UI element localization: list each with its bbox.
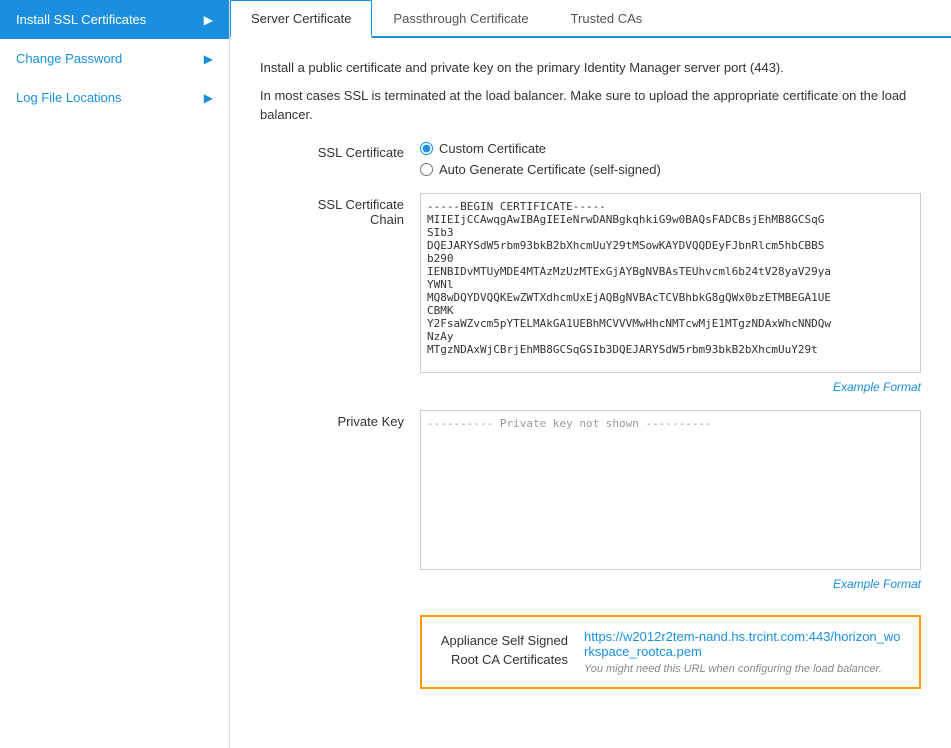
appliance-row: Appliance Self Signed Root CA Certificat… xyxy=(260,607,921,689)
ssl-chain-textarea[interactable] xyxy=(420,193,921,373)
intro-section: Install a public certificate and private… xyxy=(260,58,921,125)
sidebar-item-label: Change Password xyxy=(16,51,122,66)
radio-custom-input[interactable] xyxy=(420,142,433,155)
sidebar-item-label: Log File Locations xyxy=(16,90,122,105)
private-key-label: Private Key xyxy=(260,410,420,429)
example-format-link-2[interactable]: Example Format xyxy=(420,577,921,591)
radio-auto-input[interactable] xyxy=(420,163,433,176)
tab-trusted-cas[interactable]: Trusted CAs xyxy=(550,0,664,38)
private-key-content: Example Format xyxy=(420,410,921,591)
private-key-row: Private Key Example Format xyxy=(260,410,921,591)
sidebar-item-log-file[interactable]: Log File Locations ▶ xyxy=(0,78,229,117)
appliance-spacer xyxy=(260,607,420,611)
appliance-box: Appliance Self Signed Root CA Certificat… xyxy=(420,615,921,689)
radio-auto-text: Auto Generate Certificate (self-signed) xyxy=(439,162,661,177)
ssl-certificate-options: Custom Certificate Auto Generate Certifi… xyxy=(420,141,921,177)
appliance-label: Appliance Self Signed Root CA Certificat… xyxy=(438,629,568,670)
ssl-chain-row: SSL CertificateChain Example Format xyxy=(260,193,921,394)
tab-passthrough-certificate[interactable]: Passthrough Certificate xyxy=(372,0,549,38)
main-panel: Server Certificate Passthrough Certifica… xyxy=(230,0,951,748)
intro-paragraph-2: In most cases SSL is terminated at the l… xyxy=(260,86,921,125)
ssl-certificate-row: SSL Certificate Custom Certificate Auto … xyxy=(260,141,921,177)
radio-custom-label[interactable]: Custom Certificate xyxy=(420,141,921,156)
example-format-link-1[interactable]: Example Format xyxy=(420,380,921,394)
appliance-content: Appliance Self Signed Root CA Certificat… xyxy=(420,607,921,689)
sidebar-item-install-ssl[interactable]: Install SSL Certificates ▶ xyxy=(0,0,229,39)
sidebar-item-label: Install SSL Certificates xyxy=(16,12,146,27)
chevron-right-icon: ▶ xyxy=(204,52,213,66)
appliance-info: https://w2012r2tem-nand.hs.trcint.com:44… xyxy=(584,629,903,675)
tab-bar: Server Certificate Passthrough Certifica… xyxy=(230,0,951,38)
chevron-right-icon: ▶ xyxy=(204,13,213,27)
ssl-chain-content: Example Format xyxy=(420,193,921,394)
appliance-url-link[interactable]: https://w2012r2tem-nand.hs.trcint.com:44… xyxy=(584,629,903,659)
appliance-hint: You might need this URL when configuring… xyxy=(584,663,903,675)
chevron-right-icon: ▶ xyxy=(204,91,213,105)
sidebar: Install SSL Certificates ▶ Change Passwo… xyxy=(0,0,230,748)
intro-paragraph-1: Install a public certificate and private… xyxy=(260,58,921,78)
private-key-textarea[interactable] xyxy=(420,410,921,570)
content-area: Install a public certificate and private… xyxy=(230,38,951,748)
radio-group: Custom Certificate Auto Generate Certifi… xyxy=(420,141,921,177)
tab-server-certificate[interactable]: Server Certificate xyxy=(230,0,372,38)
radio-auto-label[interactable]: Auto Generate Certificate (self-signed) xyxy=(420,162,921,177)
radio-custom-text: Custom Certificate xyxy=(439,141,546,156)
ssl-chain-label: SSL CertificateChain xyxy=(260,193,420,227)
ssl-certificate-label: SSL Certificate xyxy=(260,141,420,160)
sidebar-item-change-password[interactable]: Change Password ▶ xyxy=(0,39,229,78)
